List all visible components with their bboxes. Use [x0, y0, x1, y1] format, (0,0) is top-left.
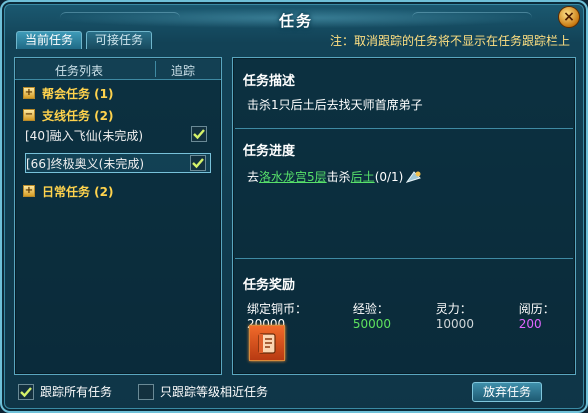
- expand-icon[interactable]: +: [23, 87, 35, 99]
- track-checkbox[interactable]: [191, 126, 207, 142]
- column-quest-list: 任务列表: [55, 64, 104, 78]
- title-bar: 任务: [10, 6, 582, 30]
- tracking-note: 注：取消跟踪的任务将不显示在任务跟踪栏上: [329, 34, 570, 48]
- description-text: 击杀1只后土后去找天师首席弟子: [247, 98, 423, 112]
- track-all-option[interactable]: 跟踪所有任务: [18, 383, 112, 400]
- track-all-label: 跟踪所有任务: [40, 385, 113, 399]
- track-checkbox[interactable]: [190, 155, 206, 171]
- description-title: 任务描述: [243, 74, 296, 89]
- section-divider: [235, 258, 573, 259]
- tab-available-quests[interactable]: 可接任务: [86, 31, 153, 49]
- reward-spirit: 灵力：10000: [435, 302, 474, 331]
- group-daily-quests[interactable]: + 日常任务 (2): [23, 182, 114, 200]
- column-track: 追踪: [171, 64, 196, 78]
- reward-values: 绑定铜币：20000 经验：50000 灵力：10000 阅历：200: [247, 300, 575, 331]
- track-all-checkbox[interactable]: [18, 383, 34, 400]
- quest-detail-panel: 任务描述 击杀1只后土后去找天师首席弟子 任务进度 去 洛水龙宫5层 击杀 后土…: [232, 57, 576, 375]
- collapse-icon[interactable]: −: [23, 109, 35, 121]
- group-label: 支线任务 (2): [42, 108, 114, 123]
- track-level-checkbox[interactable]: [138, 383, 154, 400]
- abandon-quest-button[interactable]: 放弃任务: [472, 382, 542, 402]
- progress-prefix: 去: [247, 170, 260, 184]
- quest-item-selected[interactable]: [66]终极奥义(未完成): [25, 153, 211, 173]
- auto-path-icon[interactable]: [406, 170, 422, 184]
- target-link[interactable]: 后土: [351, 168, 375, 185]
- tab-bar: 当前任务 可接任务: [16, 31, 153, 49]
- reward-book-icon: [258, 333, 276, 354]
- checkmark-icon: [192, 158, 204, 169]
- reward-title: 任务奖励: [243, 278, 296, 293]
- column-divider: [155, 61, 156, 77]
- close-button[interactable]: ×: [558, 6, 580, 28]
- reward-history: 阅历：200: [518, 302, 555, 331]
- quest-item[interactable]: [40]融入飞仙(未完成): [25, 125, 211, 145]
- expand-icon[interactable]: +: [23, 185, 35, 197]
- checkmark-icon: [193, 129, 205, 140]
- quest-window: 任务 × 当前任务 可接任务 注：取消跟踪的任务将不显示在任务跟踪栏上 任务列表…: [0, 0, 588, 413]
- quest-item-label: [40]融入飞仙(未完成): [25, 128, 143, 143]
- track-level-label: 只跟踪等级相近任务: [160, 385, 269, 399]
- window-title: 任务: [278, 12, 313, 30]
- place-link[interactable]: 洛水龙宫5层: [259, 168, 327, 185]
- progress-mid: 击杀: [326, 170, 351, 184]
- quest-list-panel: 任务列表 追踪 + 帮会任务 (1) − 支线任务 (2) [40]融入飞仙(未…: [14, 57, 222, 375]
- group-label: 帮会任务 (1): [42, 86, 114, 101]
- reward-item-slot[interactable]: [249, 325, 285, 361]
- track-level-option[interactable]: 只跟踪等级相近任务: [138, 383, 268, 400]
- close-icon: ×: [563, 9, 575, 25]
- quest-list-header: 任务列表 追踪: [15, 58, 221, 80]
- group-side-quests[interactable]: − 支线任务 (2): [23, 106, 114, 124]
- checkmark-icon: [20, 386, 32, 397]
- section-divider: [235, 128, 573, 129]
- group-guild-quests[interactable]: + 帮会任务 (1): [23, 84, 114, 102]
- tab-current-quests[interactable]: 当前任务: [16, 31, 83, 49]
- group-label: 日常任务 (2): [42, 184, 114, 199]
- progress-title: 任务进度: [243, 144, 296, 159]
- quest-item-label: [66]终极奥义(未完成): [26, 156, 144, 171]
- progress-text: 去 洛水龙宫5层 击杀 后土 (0/1): [247, 168, 422, 185]
- progress-count: (0/1): [374, 169, 404, 184]
- reward-exp: 经验：50000: [352, 302, 392, 331]
